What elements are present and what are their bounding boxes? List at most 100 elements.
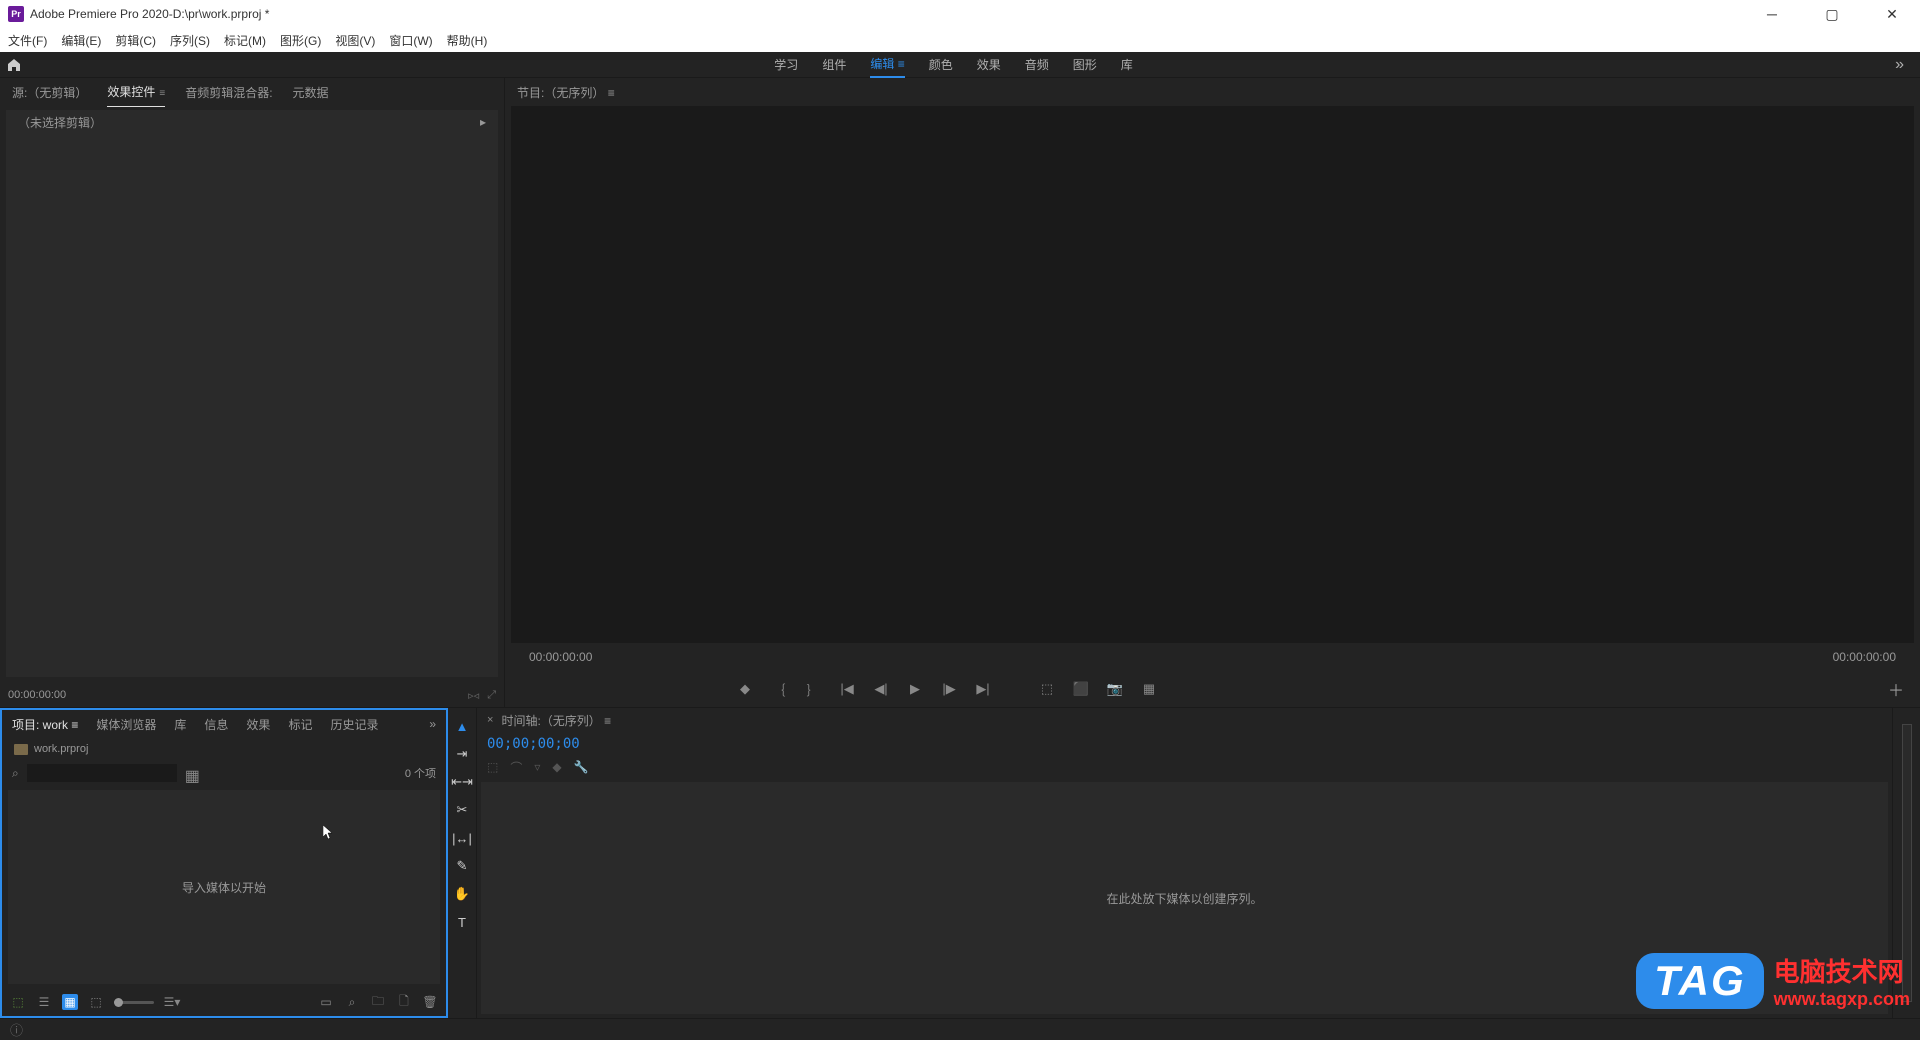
maximize-button[interactable]: ▢ — [1812, 0, 1852, 28]
tab-markers[interactable]: 标记 — [288, 716, 312, 733]
tab-effects[interactable]: 效果 — [246, 716, 270, 733]
pen-tool[interactable]: ✎ — [452, 856, 472, 876]
export-frame-button[interactable]: 📷 — [1105, 679, 1125, 699]
track-select-tool[interactable]: ⇥ — [452, 744, 472, 764]
tab-media-browser[interactable]: 媒体浏览器 — [96, 716, 156, 733]
slip-tool[interactable]: |↔| — [452, 828, 472, 848]
status-info-icon[interactable]: ⓘ — [10, 1020, 23, 1039]
play-button[interactable]: ▶ — [905, 679, 925, 699]
workspace-tab-color[interactable]: 颜色 — [929, 52, 953, 77]
marker-icon[interactable]: ◆ — [552, 760, 561, 774]
linked-selection-icon[interactable]: ⌒ — [510, 759, 522, 776]
home-icon — [6, 57, 22, 73]
freeform-view-icon[interactable]: ⬚ — [88, 994, 104, 1010]
project-more-button[interactable]: » — [429, 717, 436, 731]
program-title: 节目:（无序列） ≡ — [517, 84, 615, 101]
menu-edit[interactable]: 编辑(E) — [61, 32, 101, 49]
watermark-text-bottom: www.tagxp.com — [1774, 989, 1910, 1010]
automate-sequence-icon[interactable]: ▭ — [318, 994, 334, 1010]
watermark-tag: TAG — [1636, 953, 1764, 1009]
menu-window[interactable]: 窗口(W) — [389, 32, 432, 49]
snap-icon[interactable]: ⬚ — [487, 760, 498, 774]
workspace-tab-edit[interactable]: 编辑 ≡ — [870, 51, 904, 78]
razor-tool[interactable]: ✂ — [452, 800, 472, 820]
minimize-button[interactable]: ─ — [1752, 0, 1792, 28]
lift-button[interactable]: ⬚ — [1037, 679, 1057, 699]
timeline-close-icon[interactable]: × — [487, 714, 493, 726]
tab-metadata[interactable]: 元数据 — [293, 78, 329, 107]
project-panel: 项目: work ≡ 媒体浏览器 库 信息 效果 标记 历史记录 » work.… — [0, 708, 448, 1018]
new-item-icon[interactable]: 🗋 — [396, 994, 412, 1010]
status-bar: ⓘ — [0, 1018, 1920, 1040]
zoom-slider[interactable] — [114, 1001, 154, 1004]
mark-out-button[interactable]: ｝ — [803, 679, 823, 699]
menu-graphics[interactable]: 图形(G) — [280, 32, 321, 49]
tab-info[interactable]: 信息 — [204, 716, 228, 733]
program-timecode-right: 00:00:00:00 — [1833, 650, 1896, 664]
app-icon: Pr — [8, 6, 24, 22]
step-forward-button[interactable]: |▶ — [939, 679, 959, 699]
tab-library[interactable]: 库 — [174, 716, 186, 733]
list-view-icon[interactable]: ☰ — [36, 994, 52, 1010]
step-back-button[interactable]: ◀| — [871, 679, 891, 699]
menubar: 文件(F) 编辑(E) 剪辑(C) 序列(S) 标记(M) 图形(G) 视图(V… — [0, 28, 1920, 52]
new-bin-icon[interactable]: 🗀 — [370, 994, 386, 1010]
menu-view[interactable]: 视图(V) — [335, 32, 375, 49]
tab-history[interactable]: 历史记录 — [330, 716, 378, 733]
write-lock-icon[interactable]: ⬚ — [10, 994, 26, 1010]
project-search-input[interactable] — [27, 764, 177, 782]
project-content[interactable]: 导入媒体以开始 — [8, 790, 440, 984]
zoom-toggle-icon[interactable]: ⤢ — [487, 689, 496, 702]
add-marker-icon[interactable]: ▿ — [534, 760, 540, 774]
selection-tool[interactable]: ▲ — [452, 716, 472, 736]
workspace-tab-assembly[interactable]: 组件 — [822, 52, 846, 77]
subheader-expand-icon[interactable]: ▸ — [480, 115, 486, 129]
settings-icon[interactable]: 🔧 — [574, 760, 589, 774]
go-to-out-button[interactable]: ▶| — [973, 679, 993, 699]
workspace-tab-audio[interactable]: 音频 — [1025, 52, 1049, 77]
type-tool[interactable]: T — [452, 912, 472, 932]
menu-clip[interactable]: 剪辑(C) — [115, 32, 156, 49]
playhead-toggle-icon[interactable]: ▹◃ — [468, 689, 479, 702]
workspace-tab-library[interactable]: 库 — [1121, 52, 1133, 77]
hand-tool[interactable]: ✋ — [452, 884, 472, 904]
timeline-timecode[interactable]: 00;00;00;00 — [487, 736, 580, 752]
menu-marker[interactable]: 标记(M) — [224, 32, 266, 49]
menu-file[interactable]: 文件(F) — [8, 32, 47, 49]
filter-bin-icon[interactable]: ▦ — [185, 766, 203, 780]
workspace-tab-effects[interactable]: 效果 — [977, 52, 1001, 77]
watermark: TAG 电脑技术网 www.tagxp.com — [1636, 952, 1910, 1010]
extract-button[interactable]: ⬛ — [1071, 679, 1091, 699]
delete-icon[interactable]: 🗑 — [422, 994, 438, 1010]
add-marker-button[interactable]: ◆ — [735, 679, 755, 699]
app-title: Adobe Premiere Pro 2020 — [30, 7, 169, 21]
timeline-title: 时间轴:（无序列） ≡ — [501, 712, 611, 729]
effect-controls-content — [6, 134, 498, 677]
menu-help[interactable]: 帮助(H) — [447, 32, 488, 49]
find-icon[interactable]: ⌕ — [344, 994, 360, 1010]
tab-effect-controls[interactable]: 效果控件≡ — [107, 77, 165, 107]
titlebar: Pr Adobe Premiere Pro 2020 - D:\pr\work.… — [0, 0, 1920, 28]
add-button-icon[interactable]: ＋ — [1888, 677, 1904, 701]
go-to-in-button[interactable]: |◀ — [837, 679, 857, 699]
close-button[interactable]: ✕ — [1872, 0, 1912, 28]
file-path: D:\pr\work.prproj * — [173, 7, 270, 21]
watermark-text-top: 电脑技术网 — [1774, 952, 1910, 989]
home-button[interactable] — [0, 52, 28, 78]
workspace-more-button[interactable]: » — [1879, 56, 1920, 74]
mark-in-button[interactable]: ｛ — [769, 679, 789, 699]
comparison-button[interactable]: ▦ — [1139, 679, 1159, 699]
workspace-tab-graphics[interactable]: 图形 — [1073, 52, 1097, 77]
sort-icon[interactable]: ☰▾ — [164, 994, 180, 1010]
search-icon: ⌕ — [12, 766, 19, 781]
timeline-tools: ▲ ⇥ ⇤⇥ ✂ |↔| ✎ ✋ T — [448, 708, 476, 1018]
program-timecode-left: 00:00:00:00 — [529, 650, 592, 664]
tab-audio-clip-mixer[interactable]: 音频剪辑混合器: — [185, 78, 272, 107]
tab-source[interactable]: 源:（无剪辑） — [12, 78, 87, 107]
workspace-bar: 学习 组件 编辑 ≡ 颜色 效果 音频 图形 库 » — [0, 52, 1920, 78]
tab-project[interactable]: 项目: work ≡ — [12, 716, 78, 733]
menu-sequence[interactable]: 序列(S) — [170, 32, 210, 49]
workspace-tab-learn[interactable]: 学习 — [774, 52, 798, 77]
icon-view-icon[interactable]: ▦ — [62, 994, 78, 1010]
ripple-edit-tool[interactable]: ⇤⇥ — [452, 772, 472, 792]
